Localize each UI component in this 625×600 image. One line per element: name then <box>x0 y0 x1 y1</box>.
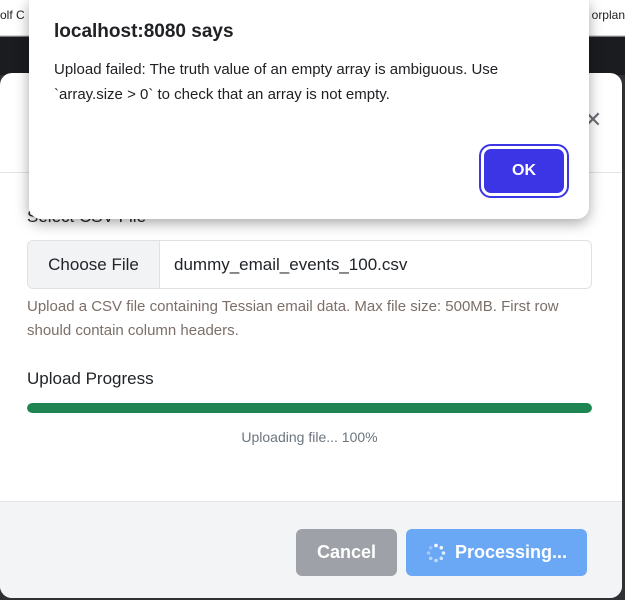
alert-dialog: localhost:8080 says Upload failed: The t… <box>29 0 589 219</box>
spinner-icon <box>426 543 446 562</box>
upload-progress-status: Uploading file... 100% <box>241 429 378 445</box>
modal-footer: Cancel Processing... <box>0 501 622 598</box>
upload-progress-fill <box>27 403 592 413</box>
alert-message: Upload failed: The truth value of an emp… <box>54 61 499 103</box>
ok-button[interactable]: OK <box>481 146 567 196</box>
upload-progress-bar <box>27 403 592 413</box>
csv-file-input[interactable]: Choose File dummy_email_events_100.csv <box>27 240 592 289</box>
processing-button[interactable]: Processing... <box>406 529 587 576</box>
processing-label: Processing... <box>454 542 568 562</box>
file-help-text: Upload a CSV file containing Tessian ema… <box>27 298 559 339</box>
bookmark-item-right[interactable]: orplan <box>592 8 625 22</box>
alert-title: localhost:8080 says <box>54 21 234 42</box>
upload-progress-label: Upload Progress <box>27 369 154 388</box>
selected-file-name: dummy_email_events_100.csv <box>174 254 408 274</box>
cancel-button[interactable]: Cancel <box>296 529 397 576</box>
choose-file-button[interactable]: Choose File <box>28 241 160 288</box>
bookmark-item-left[interactable]: olf C <box>0 8 25 22</box>
